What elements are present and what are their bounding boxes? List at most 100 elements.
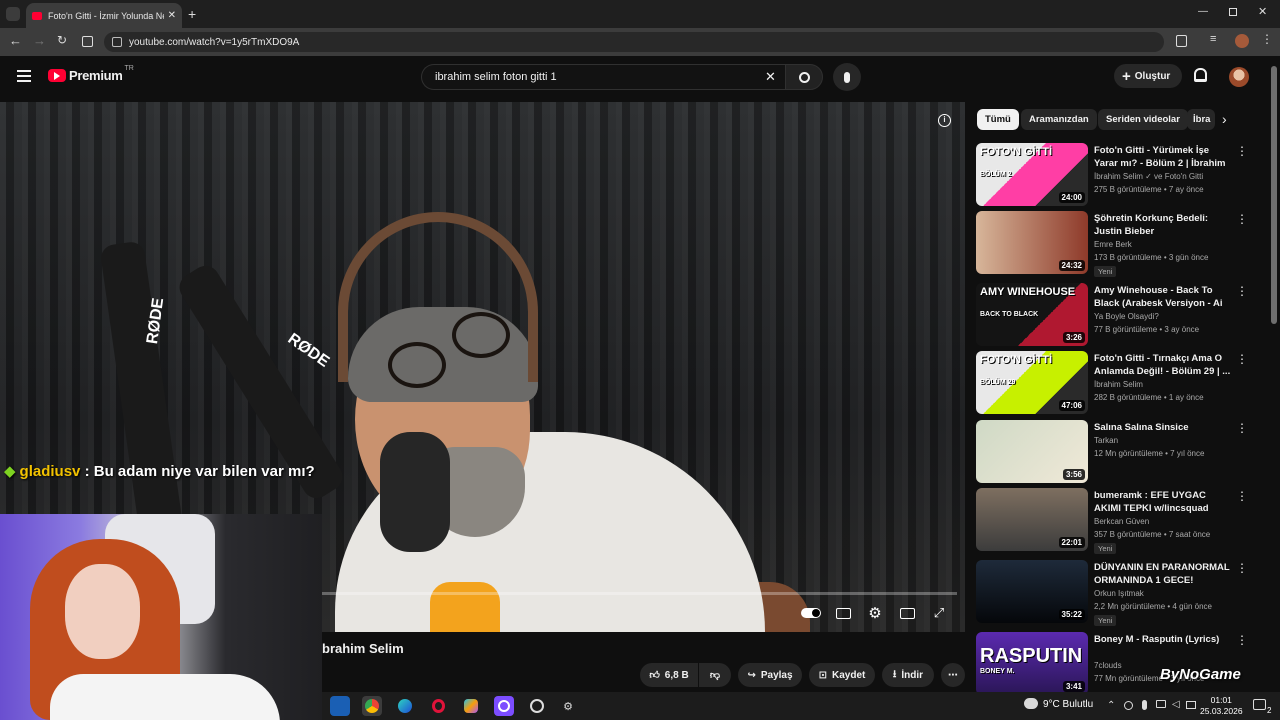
video-progress-bar[interactable]	[322, 592, 957, 595]
reload-icon[interactable]: ↻	[57, 33, 67, 47]
tray-location-icon[interactable]	[1124, 701, 1133, 710]
channel-name[interactable]: Berkcan Güven	[1094, 517, 1149, 526]
recommendation-title[interactable]: Boney M - Rasputin (Lyrics)	[1094, 633, 1232, 646]
recommendation-item[interactable]: AMY WINEHOUSE BACK TO BLACK 3:26 Amy Wineho…	[976, 283, 1256, 347]
info-icon[interactable]: i	[938, 114, 951, 127]
capture-app-icon[interactable]	[527, 696, 547, 716]
channel-name[interactable]: Ya Boyle Olsaydi?	[1094, 312, 1159, 321]
recommendation-title[interactable]: Foto'n Gitti - Tırnakçı Ama O Anlamda De…	[1094, 352, 1232, 378]
settings-gear-icon[interactable]: ⚙	[864, 603, 886, 623]
browser-menu-icon[interactable]: ⋮	[1261, 32, 1273, 46]
recommendation-title[interactable]: Salına Salına Sinsice	[1094, 421, 1232, 434]
channel-name[interactable]: İbrahim Selim	[1094, 380, 1143, 389]
obs-app-icon[interactable]	[494, 696, 514, 716]
search-input[interactable]: ibrahim selim foton gitti 1 ✕	[421, 64, 785, 90]
save-button[interactable]: ⊡ Kaydet	[809, 663, 875, 687]
recommendation-title[interactable]: Amy Winehouse - Back To Black (Arabesk V…	[1094, 284, 1232, 310]
browser-tab-active[interactable]: Foto'n Gitti - İzmir Yolunda Ne ✕	[26, 3, 182, 28]
youtube-logo[interactable]: Premium TR	[48, 65, 134, 83]
recommendation-thumbnail[interactable]: 3:56	[976, 420, 1088, 483]
channel-name[interactable]: Emre Berk	[1094, 240, 1132, 249]
voice-search-button[interactable]	[833, 63, 861, 91]
miniplayer-icon[interactable]	[896, 603, 918, 623]
subtitles-icon[interactable]	[832, 603, 854, 623]
recommendation-thumbnail[interactable]: FOTO'N GİTTİ BÖLÜM 29 47:06	[976, 351, 1088, 414]
recommendation-item[interactable]: 24:32 Şöhretin Korkunç Bedeli: Justin Bie…	[976, 211, 1256, 277]
tray-network-icon[interactable]	[1156, 700, 1166, 708]
profile-avatar-icon[interactable]	[1235, 34, 1249, 48]
new-tab-icon[interactable]: +	[188, 6, 196, 22]
fullscreen-icon[interactable]: ⤢	[928, 603, 950, 623]
channel-name[interactable]: İbrahim Selim ✓ ve Foto'n Gitti	[1094, 172, 1203, 181]
autoplay-toggle[interactable]	[800, 603, 822, 623]
recommendation-item[interactable]: FOTO'N GİTTİ BÖLÜM 2 24:00 Foto'n Gitti - Y…	[976, 143, 1256, 207]
back-icon[interactable]: ←	[9, 33, 22, 48]
settings-app-icon[interactable]: ⚙	[558, 696, 578, 716]
split-view-icon[interactable]	[82, 36, 93, 47]
recommendation-title[interactable]: bumeramk : EFE UYGAC AKIMI TEPKI w/lincs…	[1094, 489, 1232, 515]
chips-next-icon[interactable]: ›	[1222, 111, 1227, 127]
recommendation-item[interactable]: RASPUTIN BONEY M. 3:41 Boney M - Rasputin (…	[976, 632, 1256, 696]
window-minimize-icon[interactable]: —	[1198, 6, 1208, 17]
tray-volume-icon[interactable]: ◁	[1172, 699, 1180, 710]
download-button[interactable]: ⭳ İndir	[882, 663, 934, 687]
recommendation-thumbnail[interactable]: 35:22	[976, 560, 1088, 623]
more-options-icon[interactable]: ⋮	[1236, 490, 1248, 504]
more-options-icon[interactable]: ⋮	[1236, 145, 1248, 159]
opera-icon[interactable]	[428, 696, 448, 716]
forward-icon[interactable]: →	[33, 33, 46, 48]
recommendation-item[interactable]: 22:01 bumeramk : EFE UYGAC AKIMI TEPKI w/…	[976, 488, 1256, 554]
reading-list-icon[interactable]: ≡	[1210, 33, 1216, 45]
tray-mic-icon[interactable]	[1142, 700, 1147, 710]
chip-series[interactable]: Seriden videolar	[1098, 109, 1188, 130]
channel-name[interactable]: Orkun Işıtmak	[1094, 589, 1144, 598]
recommendation-title[interactable]: DÜNYANIN EN PARANORMAL ORMANINDA 1 GECE!	[1094, 561, 1232, 587]
weather-text[interactable]: 9°C Bulutlu	[1043, 699, 1093, 710]
chip-all[interactable]: Tümü	[977, 109, 1019, 130]
recommendation-thumbnail[interactable]: 22:01	[976, 488, 1088, 551]
clear-search-icon[interactable]: ✕	[765, 69, 776, 85]
extensions-icon[interactable]	[1176, 35, 1187, 47]
recommendation-title[interactable]: Şöhretin Korkunç Bedeli: Justin Bieber	[1094, 212, 1232, 238]
recommendation-thumbnail[interactable]: AMY WINEHOUSE BACK TO BLACK 3:26	[976, 283, 1088, 346]
tray-overflow-icon[interactable]: ⌃	[1107, 700, 1115, 711]
tab-close-icon[interactable]: ✕	[168, 10, 176, 21]
recommendation-thumbnail[interactable]: 24:32	[976, 211, 1088, 274]
recommendation-item[interactable]: FOTO'N GİTTİ BÖLÜM 29 47:06 Foto'n Gitti - …	[976, 351, 1256, 415]
tray-battery-icon[interactable]	[1186, 701, 1196, 709]
chip-from-search[interactable]: Aramanızdan	[1021, 109, 1097, 130]
more-options-icon[interactable]: ⋮	[1236, 285, 1248, 299]
window-close-icon[interactable]: ✕	[1258, 5, 1267, 18]
recommendation-item[interactable]: 35:22 DÜNYANIN EN PARANORMAL ORMANINDA 1 …	[976, 560, 1256, 626]
more-options-icon[interactable]: ⋮	[1236, 562, 1248, 576]
site-info-icon[interactable]	[112, 37, 122, 47]
dislike-button[interactable]: 👎︎	[699, 663, 731, 687]
chrome-icon[interactable]	[362, 696, 382, 716]
page-scrollbar[interactable]	[1271, 66, 1277, 324]
recommendation-thumbnail[interactable]: RASPUTIN BONEY M. 3:41	[976, 632, 1088, 695]
address-bar[interactable]: youtube.com/watch?v=1y5rTmXDO9A	[104, 32, 1164, 52]
more-actions-button[interactable]: ⋯	[941, 663, 965, 687]
more-options-icon[interactable]: ⋮	[1236, 213, 1248, 227]
account-avatar[interactable]	[1229, 67, 1249, 87]
channel-name[interactable]: Tarkan	[1094, 436, 1118, 445]
like-button[interactable]: 👍︎ 6,8 B	[640, 663, 698, 687]
chip-ibrahim[interactable]: İbra	[1187, 109, 1215, 130]
more-options-icon[interactable]: ⋮	[1236, 634, 1248, 648]
more-options-icon[interactable]: ⋮	[1236, 353, 1248, 367]
channel-name[interactable]: 7clouds	[1094, 661, 1122, 670]
more-options-icon[interactable]: ⋮	[1236, 422, 1248, 436]
recommendation-title[interactable]: Foto'n Gitti - Yürümek İşe Yarar mı? - B…	[1094, 144, 1232, 170]
share-button[interactable]: ↪ Paylaş	[738, 663, 802, 687]
notifications-bell-icon[interactable]	[1194, 68, 1207, 82]
search-button[interactable]	[785, 64, 823, 90]
copilot-icon[interactable]	[461, 696, 481, 716]
tab-search-button[interactable]	[6, 7, 20, 21]
hamburger-menu-icon[interactable]	[17, 70, 31, 82]
taskbar-clock[interactable]: 01:01 25.03.2026	[1200, 695, 1243, 717]
edge-icon[interactable]	[395, 696, 415, 716]
notification-center-icon[interactable]	[1253, 699, 1266, 710]
mail-app-icon[interactable]	[330, 696, 350, 716]
window-restore-icon[interactable]	[1229, 8, 1237, 16]
create-button[interactable]: + Oluştur	[1114, 64, 1182, 88]
